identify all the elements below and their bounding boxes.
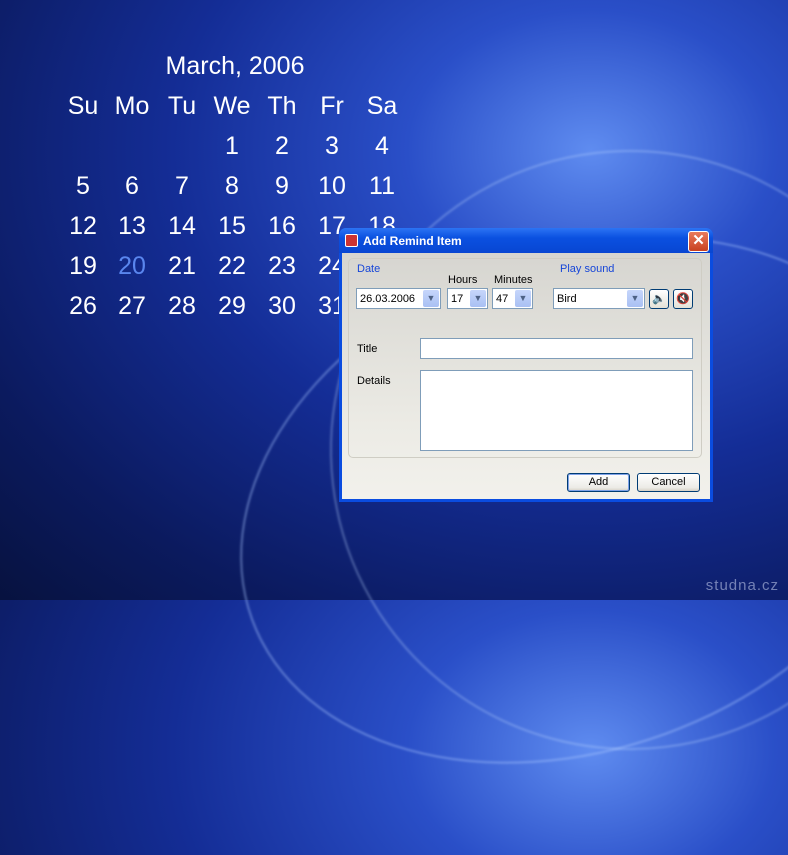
date-label: Date (357, 263, 381, 275)
details-textarea[interactable] (420, 370, 693, 451)
day-cell[interactable]: 28 (157, 292, 207, 321)
chevron-down-icon[interactable]: ▼ (515, 290, 531, 307)
title-input[interactable] (420, 338, 693, 359)
chevron-down-icon[interactable]: ▼ (470, 290, 486, 307)
day-cell[interactable]: 16 (257, 212, 307, 241)
day-cell[interactable]: 2 (257, 132, 307, 161)
day-cell[interactable]: 7 (157, 172, 207, 201)
dialog-title: Add Remind Item (363, 234, 462, 248)
day-cell[interactable]: 4 (357, 132, 407, 161)
speaker-icon: 🔈 (652, 293, 666, 305)
hours-label: Hours (448, 274, 478, 286)
day-cell[interactable]: 3 (307, 132, 357, 161)
play-sound-button[interactable]: 🔈 (649, 289, 669, 309)
cancel-button[interactable]: Cancel (637, 473, 700, 492)
day-cell[interactable]: 27 (107, 292, 157, 321)
minutes-value: 47 (496, 293, 509, 305)
date-value: 26.03.2006 (360, 293, 416, 305)
title-label: Title (357, 343, 378, 355)
day-cell[interactable]: 10 (307, 172, 357, 201)
day-cell[interactable]: 21 (157, 252, 207, 281)
day-cell[interactable]: 30 (257, 292, 307, 321)
weekday-header: Fr (320, 92, 344, 120)
play-sound-label: Play sound (560, 263, 615, 275)
day-cell[interactable]: 12 (58, 212, 108, 241)
day-cell[interactable]: 23 (257, 252, 307, 281)
app-icon (345, 234, 358, 247)
weekday-header: We (213, 92, 251, 120)
mute-sound-button[interactable]: 🔇 (673, 289, 693, 309)
day-cell[interactable]: 6 (107, 172, 157, 201)
hours-value: 17 (451, 293, 464, 305)
minutes-label: Minutes (494, 274, 533, 286)
day-cell[interactable]: 5 (58, 172, 108, 201)
sound-value: Bird (557, 293, 577, 305)
day-cell[interactable]: 13 (107, 212, 157, 241)
add-remind-dialog: Add Remind Item ✕ Date Hours Minutes Pla… (339, 228, 713, 502)
speaker-mute-icon: 🔇 (676, 293, 690, 305)
close-button[interactable]: ✕ (688, 231, 709, 252)
add-button[interactable]: Add (567, 473, 630, 492)
weekday-header: Sa (366, 92, 398, 120)
minutes-select[interactable]: 47 ▼ (492, 288, 533, 309)
details-label: Details (357, 375, 391, 387)
chevron-down-icon[interactable]: ▼ (423, 290, 439, 307)
day-cell[interactable]: 22 (207, 252, 257, 281)
weekday-header: Su (67, 92, 99, 120)
day-cell[interactable]: 8 (207, 172, 257, 201)
title-bar[interactable]: Add Remind Item ✕ (339, 228, 713, 253)
day-cell[interactable]: 1 (207, 132, 257, 161)
day-cell[interactable]: 26 (58, 292, 108, 321)
weekday-header: Tu (167, 92, 197, 120)
sound-select[interactable]: Bird ▼ (553, 288, 645, 309)
day-cell[interactable]: 11 (357, 172, 407, 201)
day-cell[interactable]: 20 (107, 252, 157, 281)
day-cell[interactable]: 9 (257, 172, 307, 201)
chevron-down-icon[interactable]: ▼ (627, 290, 643, 307)
day-cell[interactable]: 15 (207, 212, 257, 241)
date-picker[interactable]: 26.03.2006 ▼ (356, 288, 441, 309)
weekday-header: Mo (114, 92, 150, 120)
calendar-title: March, 2006 (165, 52, 305, 80)
hours-select[interactable]: 17 ▼ (447, 288, 488, 309)
day-cell[interactable]: 29 (207, 292, 257, 321)
weekday-header: Th (267, 92, 297, 120)
watermark: studna.cz (705, 577, 779, 594)
day-cell[interactable]: 14 (157, 212, 207, 241)
day-cell[interactable]: 19 (58, 252, 108, 281)
